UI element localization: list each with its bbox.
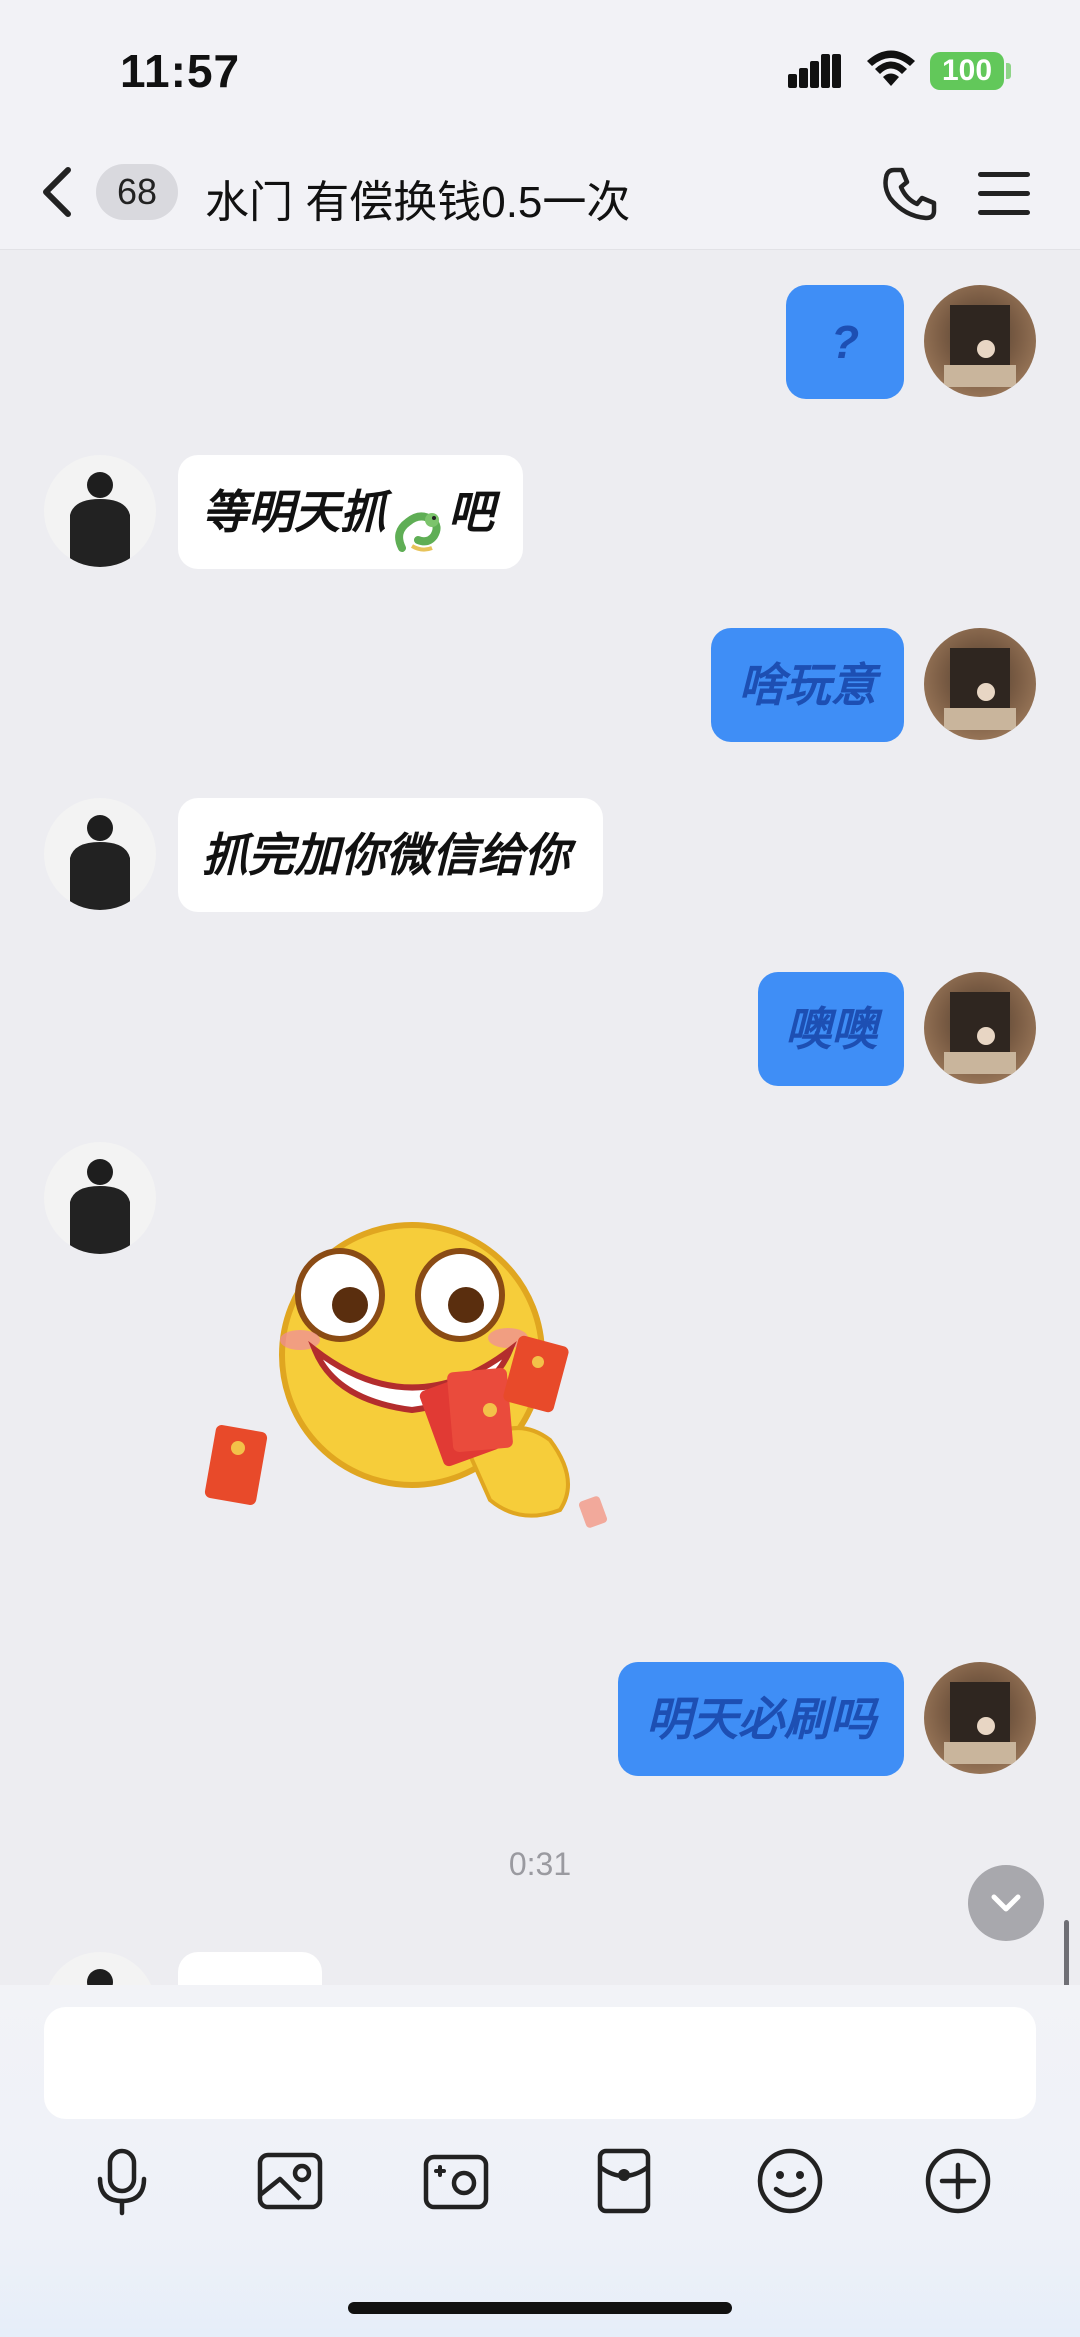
image-icon[interactable]	[254, 2145, 326, 2217]
message-bubble-sent[interactable]: 明天必刷吗	[618, 1662, 904, 1776]
scrollbar[interactable]	[1064, 1920, 1069, 1985]
avatar-photo-icon	[944, 992, 1016, 1074]
message-timestamp: 0:31	[508, 1846, 572, 1882]
avatar-photo-icon	[944, 1682, 1016, 1764]
chat-title[interactable]: 水门 有偿换钱0.5一次	[205, 166, 630, 230]
status-bar: 11:57 100	[0, 0, 1080, 140]
person-photo-icon	[70, 472, 130, 567]
my-avatar[interactable]	[924, 1662, 1036, 1774]
battery-indicator: 100	[930, 52, 1004, 90]
status-time: 11:57	[120, 45, 241, 97]
plus-icon[interactable]	[922, 2145, 994, 2217]
message-list[interactable]: ? 等明天抓 吧 啥玩意 抓完加你微信给你 噢噢 明天必刷吗 0:31	[0, 250, 1080, 1985]
message-bubble-received[interactable]: 等明天抓 吧	[178, 455, 523, 569]
chat-header: 68 水门 有偿换钱0.5一次	[0, 140, 1080, 250]
avatar-photo-icon	[944, 648, 1016, 730]
unread-count-badge[interactable]: 68	[96, 164, 178, 220]
phone-call-icon[interactable]	[880, 164, 940, 224]
person-photo-icon	[70, 1159, 130, 1254]
emoji-icon[interactable]	[754, 2145, 826, 2217]
avatar-photo-icon	[944, 305, 1016, 387]
contact-avatar[interactable]	[44, 798, 156, 910]
message-bubble-sent[interactable]: 噢噢	[758, 972, 904, 1086]
input-area	[0, 1985, 1080, 2337]
contact-avatar[interactable]	[44, 1142, 156, 1254]
message-bubble-sent[interactable]: 啥玩意	[711, 628, 904, 742]
my-avatar[interactable]	[924, 628, 1036, 740]
person-photo-icon	[87, 1969, 113, 1985]
back-icon[interactable]	[38, 162, 78, 222]
my-avatar[interactable]	[924, 285, 1036, 397]
my-avatar[interactable]	[924, 972, 1036, 1084]
wifi-icon	[867, 50, 915, 86]
camera-icon[interactable]	[420, 2145, 492, 2217]
red-envelope-icon[interactable]	[588, 2145, 660, 2217]
message-input[interactable]	[44, 2007, 1036, 2119]
message-text: 等明天抓	[202, 486, 386, 538]
message-bubble-received-partial[interactable]	[178, 1952, 322, 1985]
microphone-icon[interactable]	[86, 2145, 158, 2217]
home-indicator	[348, 2302, 732, 2314]
contact-avatar[interactable]	[44, 455, 156, 567]
chevron-down-icon	[991, 1894, 1021, 1912]
menu-icon[interactable]	[976, 168, 1032, 220]
message-bubble-sent[interactable]: ?	[786, 285, 904, 399]
scroll-to-bottom-button[interactable]	[968, 1865, 1044, 1941]
battery-tip	[1006, 63, 1011, 79]
cellular-signal-icon	[788, 54, 841, 88]
money-face-sticker[interactable]	[190, 1210, 630, 1550]
dragon-emoji-icon	[388, 487, 446, 552]
person-photo-icon	[70, 815, 130, 910]
message-text-suffix: 吧	[448, 486, 494, 538]
contact-avatar[interactable]	[44, 1952, 156, 1985]
message-bubble-received[interactable]: 抓完加你微信给你	[178, 798, 603, 912]
